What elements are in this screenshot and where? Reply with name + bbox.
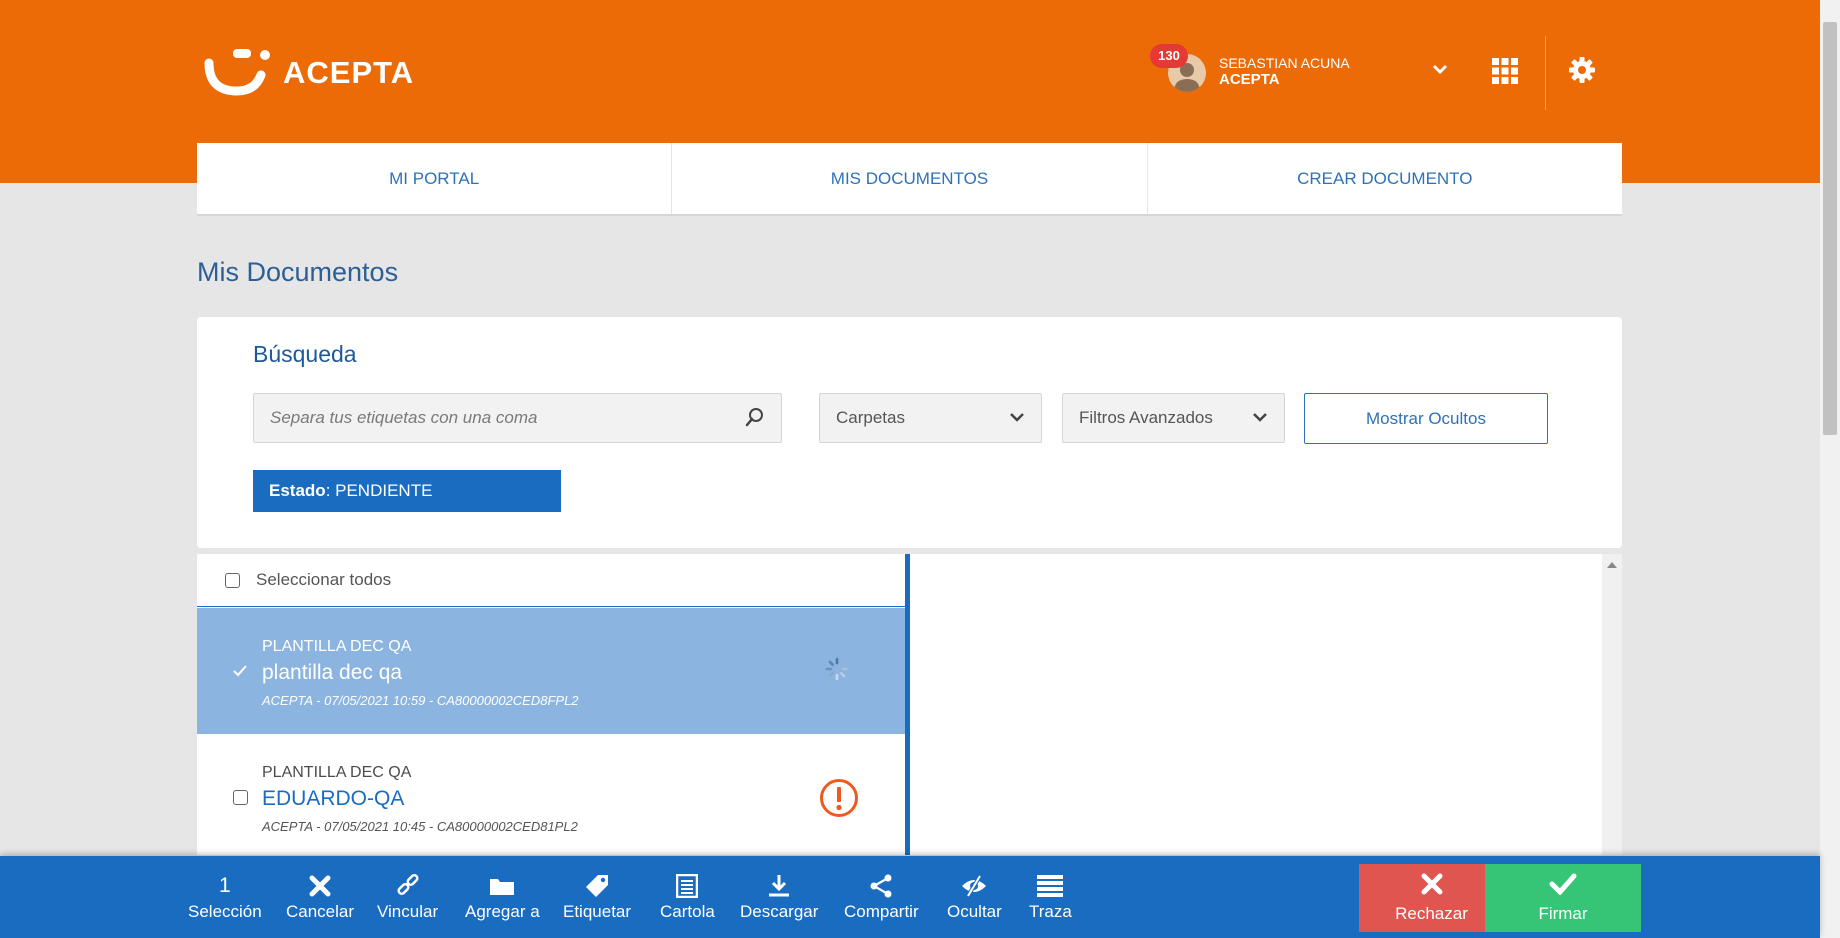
select-all-checkbox[interactable] [225,572,240,588]
search-icon[interactable] [745,407,765,434]
select-all-label: Seleccionar todos [256,570,392,589]
reject-label: Rechazar [1395,903,1468,923]
tab-mis-documentos[interactable]: MIS DOCUMENTOS [672,143,1148,214]
document-meta: ACEPTA - 07/05/2021 10:45 - CA80000002CE… [262,819,578,834]
user-org: ACEPTA [1219,71,1280,88]
chevron-down-icon [1009,408,1025,428]
warning-icon [819,778,859,823]
link-button[interactable]: Vincular [377,872,438,922]
status-filter-value: : PENDIENTE [325,481,433,500]
document-name[interactable]: EDUARDO-QA [262,787,404,811]
search-heading: Búsqueda [253,341,357,367]
action-bar: 1 Selección Cancelar Vincular Agregar a … [0,856,1820,938]
trace-button[interactable]: Traza [1029,872,1072,922]
search-input-wrapper [253,393,782,443]
sign-label: Firmar [1538,903,1588,923]
advanced-filters-label: Filtros Avanzados [1079,408,1213,427]
list-item[interactable]: PLANTILLA DEC QA EDUARDO-QA ACEPTA - 07/… [197,734,905,855]
share-icon [869,872,893,900]
check-icon [1549,873,1577,900]
apps-grid-icon[interactable] [1492,58,1518,89]
link-icon [395,872,421,900]
tag-search-input[interactable] [254,394,781,442]
logo-text: ACEPTA [283,55,415,90]
add-to-folder-button[interactable]: Agregar a [465,872,540,922]
document-checkbox[interactable] [233,790,248,810]
document-list-icon [676,872,699,900]
tag-button[interactable]: Etiquetar [563,872,631,922]
acepta-logo[interactable]: ACEPTA [203,45,414,101]
document-type: PLANTILLA DEC QA [262,764,412,781]
sign-button[interactable]: Firmar [1485,864,1641,932]
download-button[interactable]: Descargar [740,872,818,922]
header-divider [1545,36,1546,110]
notification-badge[interactable]: 130 [1150,44,1188,68]
user-name: SEBASTIAN ACUNA [1219,55,1350,71]
main-nav: MI PORTAL MIS DOCUMENTOS CREAR DOCUMENTO [197,143,1622,216]
chevron-down-icon [1252,408,1268,428]
cancel-button[interactable]: Cancelar [286,872,354,922]
selection-count-value: 1 [219,874,231,897]
document-list: Seleccionar todos PLANTILLA DEC QA plant… [197,554,905,855]
hide-button[interactable]: Ocultar [947,872,1002,922]
loading-spinner-icon [825,657,849,686]
document-name[interactable]: plantilla dec qa [262,661,402,685]
tab-mi-portal[interactable]: MI PORTAL [197,143,673,214]
close-icon [1421,873,1443,900]
document-meta: ACEPTA - 07/05/2021 10:59 - CA80000002CE… [262,693,579,708]
selection-count: 1 Selección [188,872,262,922]
folder-icon [489,872,515,900]
cartola-button[interactable]: Cartola [660,872,715,922]
status-filter-key: Estado [269,481,326,500]
smile-logo-icon [204,49,270,96]
folders-dropdown[interactable]: Carpetas [819,393,1042,443]
tab-crear-documento[interactable]: CREAR DOCUMENTO [1148,143,1622,214]
list-icon [1037,872,1064,900]
chevron-down-icon[interactable] [1432,62,1448,80]
show-hidden-button[interactable]: Mostrar Ocultos [1304,393,1548,444]
close-icon [309,872,331,900]
preview-scrollbar[interactable] [1602,554,1622,855]
reject-button[interactable]: Rechazar [1359,864,1504,932]
scrollbar-thumb[interactable] [1823,22,1837,435]
selection-label: Selección [188,902,262,921]
page-scrollbar[interactable] [1820,0,1840,938]
download-icon [768,872,790,900]
folders-dropdown-label: Carpetas [836,408,905,427]
search-card: Búsqueda Carpetas Filtros Avanzados Most… [197,317,1622,548]
tag-icon [584,872,610,900]
advanced-filters-dropdown[interactable]: Filtros Avanzados [1062,393,1285,443]
share-button[interactable]: Compartir [844,872,919,922]
page-title: Mis Documentos [197,257,399,287]
list-item[interactable]: PLANTILLA DEC QA plantilla dec qa ACEPTA… [197,608,905,734]
gear-icon[interactable] [1568,56,1596,89]
checkmark-icon[interactable] [233,664,247,682]
document-type: PLANTILLA DEC QA [262,638,412,655]
select-all-row[interactable]: Seleccionar todos [197,554,905,607]
document-preview [910,554,1602,855]
status-filter-chip[interactable]: Estado: PENDIENTE [253,470,561,512]
eye-slash-icon [960,872,988,900]
